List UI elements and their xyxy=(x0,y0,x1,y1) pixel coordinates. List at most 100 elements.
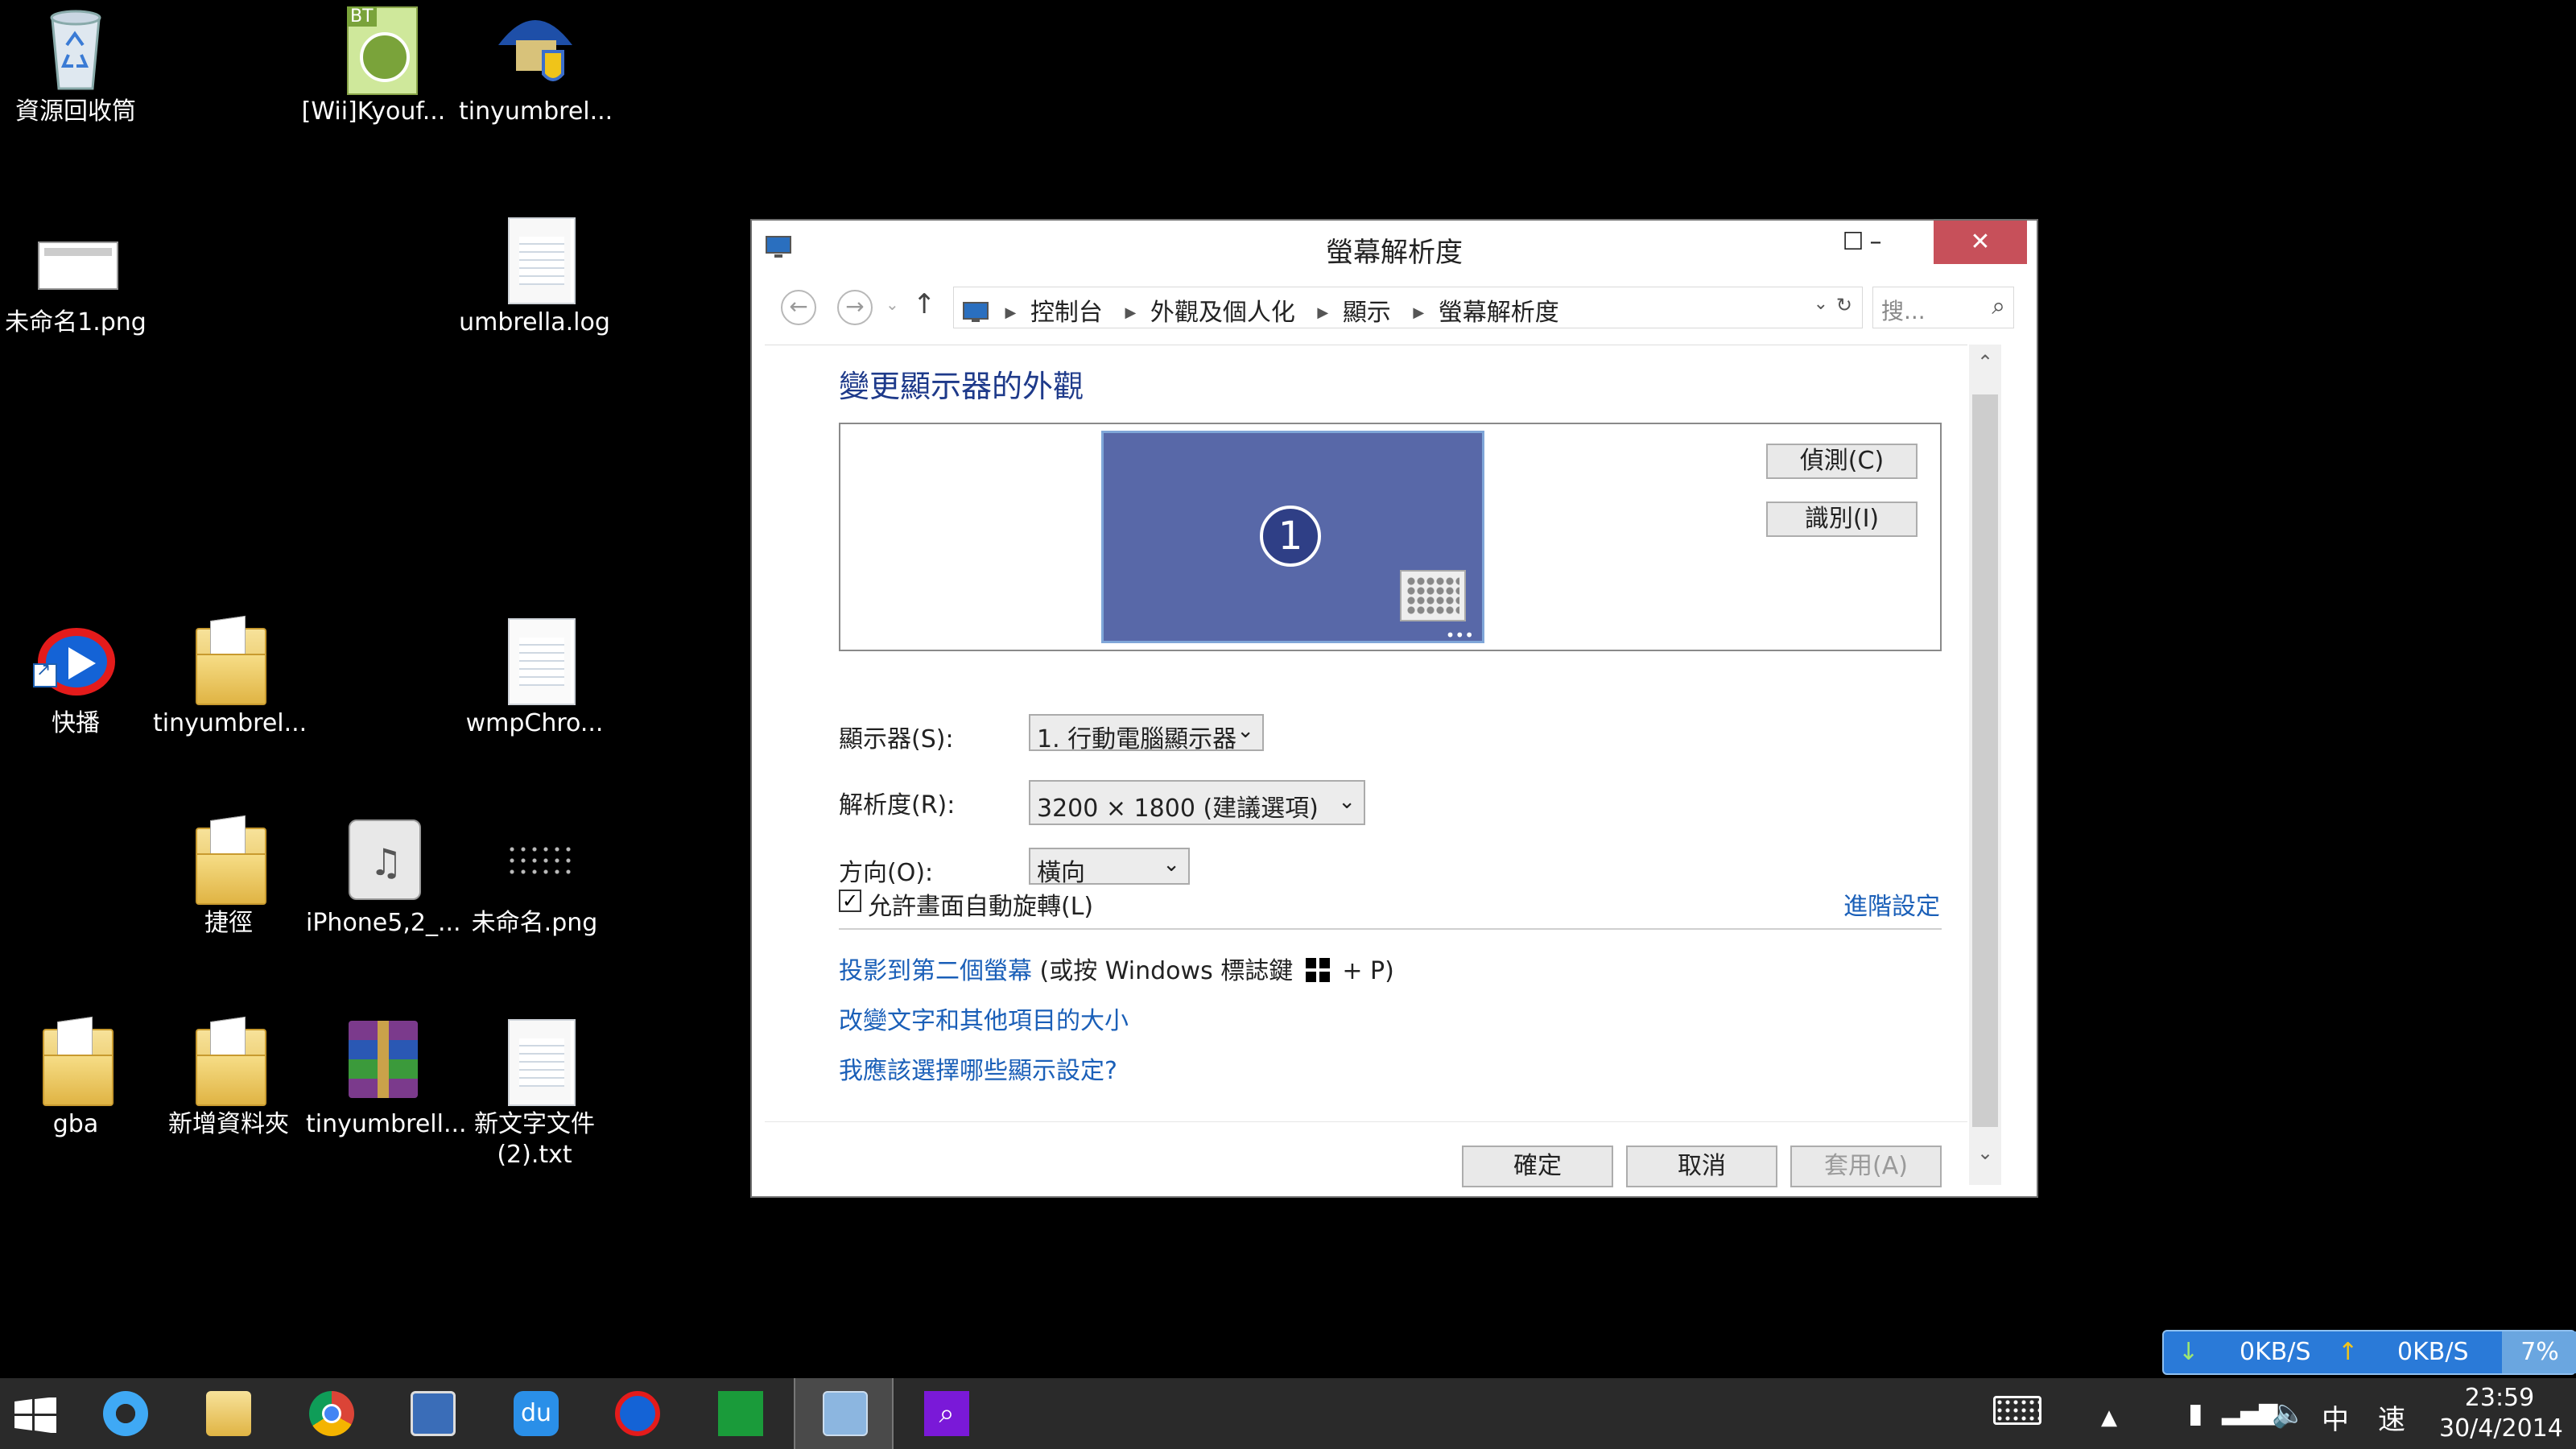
recycle-bin-icon xyxy=(50,10,101,90)
speed-mode-indicator[interactable]: 速 xyxy=(2378,1397,2405,1437)
scroll-down-icon[interactable]: ⌄ xyxy=(1969,1141,2001,1164)
touch-keyboard-icon[interactable] xyxy=(1993,1396,2041,1425)
folder-icon xyxy=(196,628,266,705)
baidu-icon: du xyxy=(514,1391,559,1436)
scroll-up-icon[interactable]: ⌃ xyxy=(1969,351,2001,374)
system-clock[interactable]: 23:59 30/4/2014 xyxy=(2439,1383,2563,1444)
address-bar-row: ← → ⌄ ↑ ▶ 控制台 ▶ 外觀及個人化 ▶ 顯示 ▶ 螢幕解析度 ⌄ ↻ … xyxy=(765,283,2024,332)
desktop-icon-label: 新文字文件 (2).txt xyxy=(474,1110,595,1169)
desktop-icon-umbrella-log[interactable]: umbrella.log xyxy=(459,211,610,338)
desktop-icon-tinyumbrella-folder[interactable]: tinyumbrel... xyxy=(153,612,307,739)
forward-button[interactable]: → xyxy=(837,290,873,325)
desktop-icon-label: 捷徑 xyxy=(204,909,253,937)
desktop-icon-label: gba xyxy=(52,1110,99,1138)
taskbar-file-explorer[interactable] xyxy=(179,1378,275,1449)
apply-button[interactable]: 套用(A) xyxy=(1790,1146,1942,1187)
taskbar-lenovo[interactable] xyxy=(383,1378,480,1449)
project-second-screen-link[interactable]: 投影到第二個螢幕 xyxy=(839,957,1032,985)
address-box[interactable]: ▶ 控制台 ▶ 外觀及個人化 ▶ 顯示 ▶ 螢幕解析度 ⌄ ↻ xyxy=(953,287,1863,328)
address-dropdown-icon[interactable]: ⌄ xyxy=(1814,294,1828,314)
display-label: 顯示器(S): xyxy=(839,725,954,753)
monitor-1[interactable]: 1 ••• xyxy=(1101,431,1484,643)
identify-button[interactable]: 識別(I) xyxy=(1766,502,1918,537)
desktop-icon-wmpchro[interactable]: wmpChro... xyxy=(459,612,610,739)
search-input[interactable]: 搜... ⌕ xyxy=(1872,287,2014,328)
taskbar-control-panel[interactable] xyxy=(794,1378,894,1449)
start-button[interactable] xyxy=(0,1378,71,1449)
desktop-icon-qvod[interactable]: 快播 xyxy=(0,612,151,739)
ok-button[interactable]: 確定 xyxy=(1462,1146,1613,1187)
up-button[interactable]: ↑ xyxy=(913,288,936,320)
display-select[interactable]: 1. 行動電腦顯示器 ⌄ xyxy=(1029,714,1264,753)
upload-speed: 0KB/S xyxy=(2397,1338,2469,1366)
text-size-link[interactable]: 改變文字和其他項目的大小 xyxy=(839,1001,1129,1036)
folder-icon xyxy=(196,1029,266,1106)
cancel-button[interactable]: 取消 xyxy=(1626,1146,1777,1187)
breadcrumb-display[interactable]: 顯示 xyxy=(1343,299,1391,327)
recent-locations-chevron-icon[interactable]: ⌄ xyxy=(886,295,899,314)
advanced-settings-link[interactable]: 進階設定 xyxy=(1843,886,1940,922)
breadcrumb-control-panel[interactable]: 控制台 xyxy=(1030,299,1103,327)
orientation-select[interactable]: 橫向 ⌄ xyxy=(1029,848,1190,887)
desktop-icon-shortcut-folder[interactable]: 捷徑 xyxy=(153,811,304,939)
search-icon[interactable]: ⌕ xyxy=(1992,292,2005,320)
desktop-icon-label: umbrella.log xyxy=(459,308,610,336)
file-explorer-icon xyxy=(206,1391,251,1436)
desktop-icon-iphone-firmware[interactable]: iPhone5,2_... xyxy=(306,811,461,939)
page-title: 變更顯示器的外觀 xyxy=(839,369,1084,404)
keypad-icon xyxy=(1400,570,1466,621)
png-file-icon xyxy=(38,242,118,290)
network-speed-widget[interactable]: ↓ 0KB/S ↑ 0KB/S 7% xyxy=(2162,1330,2576,1375)
desktop-icon-label: iPhone5,2_... xyxy=(306,909,461,937)
desktop-icon-label: 未命名1.png xyxy=(5,308,147,336)
main-content: 變更顯示器的外觀 1 ••• 偵測(C) 識別(I) 顯示器(S): 1. 行動… xyxy=(765,345,1967,1187)
desktop-icon-image[interactable]: 未命名.png xyxy=(459,811,610,939)
desktop-icon-new-folder[interactable]: 新增資料夾 xyxy=(153,1013,304,1140)
scrollbar-thumb[interactable] xyxy=(1972,394,1998,1127)
desktop-icon-tinyumbrella[interactable]: tinyumbrel... xyxy=(459,0,613,127)
search-placeholder: 搜... xyxy=(1881,298,1926,324)
folder-icon xyxy=(43,1029,114,1106)
volume-icon[interactable]: 🔈 xyxy=(2272,1397,2306,1430)
taskbar-chrome[interactable] xyxy=(282,1378,378,1449)
download-arrow-icon: ↓ xyxy=(2178,1338,2199,1366)
desktop-icon-recycle-bin[interactable]: 資源回收筒 xyxy=(0,0,151,127)
back-button[interactable]: ← xyxy=(781,290,816,325)
chevron-down-icon: ⌄ xyxy=(1162,852,1180,877)
cpu-percent: 7% xyxy=(2502,1331,2576,1373)
monitor-preview: 1 ••• 偵測(C) 識別(I) xyxy=(839,423,1942,651)
taskbar-store[interactable] xyxy=(691,1378,787,1449)
breadcrumb-separator-icon: ▶ xyxy=(1317,304,1329,321)
taskbar-qvod[interactable] xyxy=(588,1378,684,1449)
which-settings-link[interactable]: 我應該選擇哪些顯示設定? xyxy=(839,1051,1117,1086)
ime-indicator[interactable]: 中 xyxy=(2322,1397,2349,1437)
title-bar[interactable]: 螢幕解析度 – ☐ ✕ xyxy=(752,221,2037,277)
signal-icon[interactable]: ▂▄▆ xyxy=(2222,1397,2277,1426)
resolution-select[interactable]: 3200 × 1800 (建議選項) ⌄ xyxy=(1029,780,1365,825)
vertical-scrollbar[interactable]: ⌃ ⌄ xyxy=(1969,345,2001,1185)
clock-time: 23:59 xyxy=(2464,1384,2535,1412)
store-icon xyxy=(718,1391,763,1436)
desktop-icon-winrar[interactable]: tinyumbrell... xyxy=(306,1013,467,1140)
taskbar-search[interactable]: ⌕ xyxy=(897,1378,993,1449)
taskbar-baidu[interactable]: du xyxy=(486,1378,583,1449)
refresh-icon[interactable]: ↻ xyxy=(1836,294,1852,316)
desktop-icon-gba[interactable]: gba xyxy=(0,1013,151,1140)
divider xyxy=(839,928,1942,930)
maximize-button[interactable]: ☐ xyxy=(1814,221,1892,264)
battery-icon[interactable]: ▮ xyxy=(2188,1397,2203,1430)
close-button[interactable]: ✕ xyxy=(1934,221,2027,264)
breadcrumb-appearance[interactable]: 外觀及個人化 xyxy=(1150,299,1295,327)
desktop-icon-new-text[interactable]: 新文字文件 (2).txt xyxy=(459,1013,610,1170)
breadcrumb-screen-resolution[interactable]: 螢幕解析度 xyxy=(1439,299,1559,327)
torrent-file-icon: BT xyxy=(347,6,418,95)
orientation-label: 方向(O): xyxy=(839,859,934,887)
desktop-icon-image1[interactable]: 未命名1.png xyxy=(0,211,151,338)
detect-button[interactable]: 偵測(C) xyxy=(1766,444,1918,479)
autorotate-checkbox[interactable]: ✓ xyxy=(839,890,861,912)
taskbar-ie[interactable] xyxy=(76,1378,172,1449)
itunes-file-icon xyxy=(349,819,421,900)
breadcrumb-separator-icon: ▶ xyxy=(1125,304,1137,321)
desktop-icon-torrent[interactable]: BT [Wii]Kyouf... xyxy=(298,0,449,127)
show-hidden-icons-icon[interactable]: ▲ xyxy=(2101,1406,2117,1430)
